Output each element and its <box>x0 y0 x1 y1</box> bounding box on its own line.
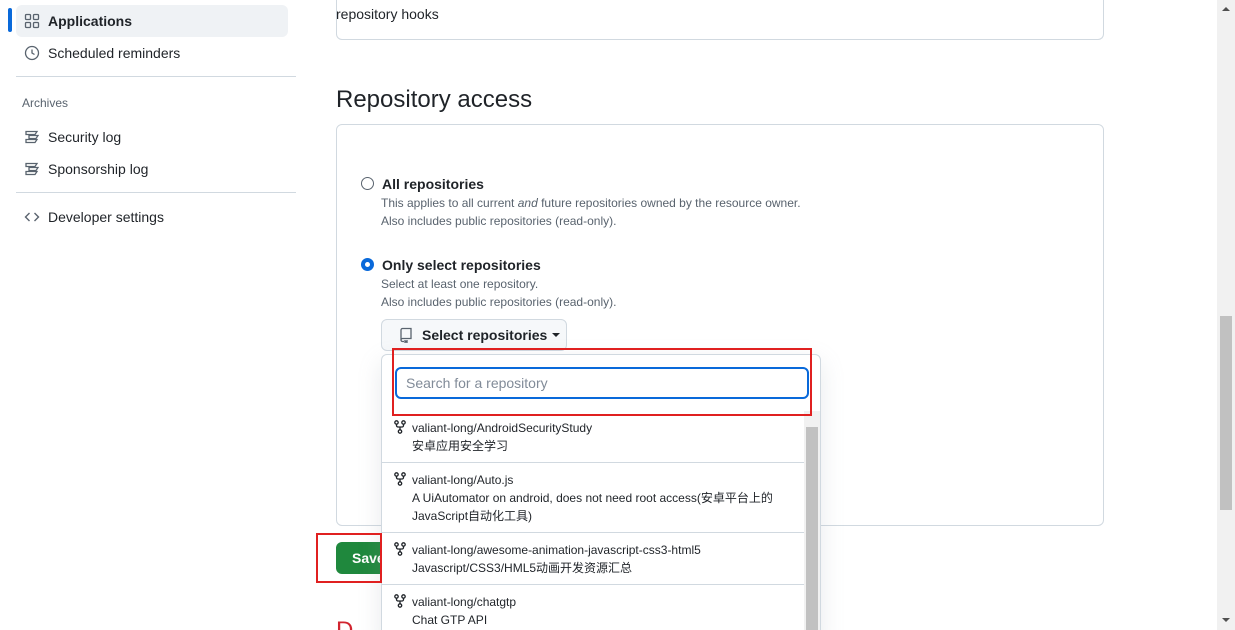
log-icon <box>24 129 40 145</box>
danger-zone-heading: D <box>336 617 353 630</box>
scroll-up-icon[interactable] <box>1222 7 1230 11</box>
fork-icon <box>394 420 406 439</box>
all-repositories-radio[interactable] <box>361 177 374 190</box>
clock-icon <box>24 45 40 61</box>
hooks-text: repository hooks <box>336 6 439 22</box>
all-repositories-label[interactable]: All repositories <box>382 176 484 192</box>
only-select-note-2: Also includes public repositories (read-… <box>381 295 617 309</box>
sidebar-item-label: Applications <box>48 13 133 29</box>
repo-description: A UiAutomator on android, does not need … <box>412 491 773 523</box>
section-title: Repository access <box>336 86 533 113</box>
fork-icon <box>394 594 406 613</box>
all-repositories-note-2: Also includes public repositories (read-… <box>381 214 617 228</box>
select-repositories-button[interactable]: Select repositories <box>381 319 567 351</box>
log-icon <box>24 161 40 177</box>
repo-icon <box>398 327 414 343</box>
repo-description: Javascript/CSS3/HML5动画开发资源汇总 <box>412 561 633 575</box>
sidebar-item-label: Developer settings <box>48 209 164 225</box>
caret-down-icon <box>552 333 561 337</box>
only-select-radio[interactable] <box>361 258 374 271</box>
list-item[interactable]: valiant-long/AndroidSecurityStudy 安卓应用安全… <box>382 411 804 463</box>
apps-icon <box>24 13 40 29</box>
select-repositories-label: Select repositories <box>422 327 548 343</box>
page-scrollbar[interactable] <box>1217 0 1235 630</box>
dropdown-scrollbar-thumb[interactable] <box>806 427 818 630</box>
fork-icon <box>394 472 406 491</box>
annotation-box-search <box>392 348 812 416</box>
only-select-label[interactable]: Only select repositories <box>382 257 541 273</box>
sidebar-item-label: Sponsorship log <box>48 161 149 177</box>
sidebar-item-security-log[interactable]: Security log <box>16 121 288 153</box>
archives-heading: Archives <box>22 96 69 110</box>
repo-description: Chat GTP API <box>412 613 488 627</box>
repo-description: 安卓应用安全学习 <box>412 439 509 453</box>
list-item[interactable]: valiant-long/awesome-animation-javascrip… <box>382 533 804 585</box>
sidebar-item-label: Scheduled reminders <box>48 45 181 61</box>
sidebar-item-label: Security log <box>48 129 122 145</box>
sidebar-item-developer-settings[interactable]: Developer settings <box>16 201 288 233</box>
active-indicator <box>8 8 12 32</box>
sidebar-divider <box>16 192 296 193</box>
sidebar-item-scheduled-reminders[interactable]: Scheduled reminders <box>16 37 288 69</box>
list-item[interactable]: valiant-long/Auto.js A UiAutomator on an… <box>382 463 804 533</box>
sidebar-item-sponsorship-log[interactable]: Sponsorship log <box>16 153 288 185</box>
annotation-box-save <box>316 533 382 583</box>
repo-name: valiant-long/Auto.js <box>412 473 514 487</box>
repo-name: valiant-long/awesome-animation-javascrip… <box>412 543 701 557</box>
repo-name: valiant-long/chatgtp <box>412 595 517 609</box>
settings-sidebar: Applications Scheduled reminders Archive… <box>0 0 300 630</box>
scroll-down-icon[interactable] <box>1222 618 1230 622</box>
sidebar-item-applications[interactable]: Applications <box>16 5 288 37</box>
repo-name: valiant-long/AndroidSecurityStudy <box>412 421 593 435</box>
only-select-note: Select at least one repository. <box>381 277 539 291</box>
code-icon <box>24 209 40 225</box>
permissions-box <box>336 0 1104 40</box>
page-scrollbar-thumb[interactable] <box>1220 316 1232 510</box>
fork-icon <box>394 542 406 561</box>
repository-list: valiant-long/AndroidSecurityStudy 安卓应用安全… <box>382 411 804 630</box>
list-item[interactable]: valiant-long/chatgtp Chat GTP API <box>382 585 804 630</box>
sidebar-divider <box>16 76 296 77</box>
all-repositories-note: This applies to all current and future r… <box>381 196 801 210</box>
